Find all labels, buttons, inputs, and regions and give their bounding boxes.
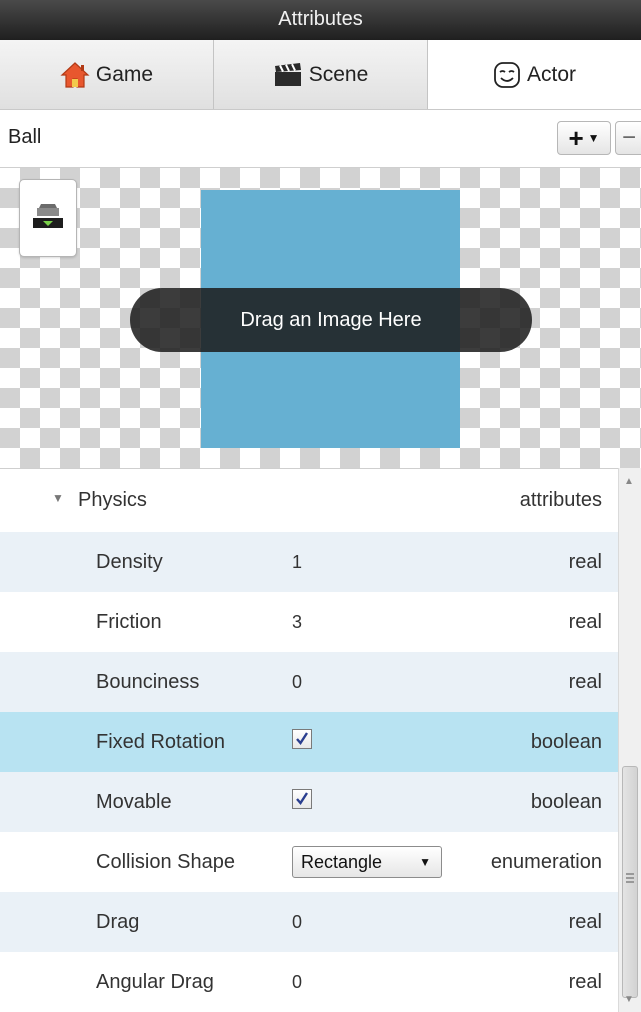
attribute-row-friction[interactable]: Friction 3 real bbox=[0, 592, 618, 652]
checkmark-icon bbox=[296, 792, 309, 805]
vertical-scrollbar[interactable]: ▲ ▼ bbox=[618, 468, 641, 1012]
tab-actor-label: Actor bbox=[526, 62, 576, 86]
attribute-name: Friction bbox=[96, 611, 162, 633]
collision-shape-select[interactable]: Rectangle ▼ bbox=[292, 846, 442, 878]
tab-scene-label: Scene bbox=[308, 62, 369, 86]
window-title: Attributes bbox=[0, 0, 641, 40]
image-import-button[interactable] bbox=[19, 179, 77, 257]
attribute-type: real bbox=[568, 671, 602, 693]
expand-triangle-icon[interactable]: ▼ bbox=[52, 491, 64, 505]
tab-game[interactable]: Game bbox=[0, 40, 214, 109]
dropdown-arrow-icon: ▼ bbox=[419, 855, 431, 869]
caret-down-icon: ▼ bbox=[587, 131, 600, 145]
attribute-value[interactable]: 0 bbox=[292, 972, 302, 993]
attribute-name: Density bbox=[96, 551, 163, 573]
attribute-type: real bbox=[568, 971, 602, 993]
group-name: Physics bbox=[78, 489, 147, 511]
scroll-down-icon[interactable]: ▼ bbox=[624, 994, 634, 1005]
attribute-name: Movable bbox=[96, 791, 172, 813]
attribute-type: real bbox=[568, 911, 602, 933]
tab-scene[interactable]: Scene bbox=[214, 40, 428, 109]
movable-checkbox[interactable] bbox=[292, 789, 312, 809]
attribute-name: Fixed Rotation bbox=[96, 731, 225, 753]
attribute-type: real bbox=[568, 611, 602, 633]
attribute-type: real bbox=[568, 551, 602, 573]
import-tray-icon bbox=[33, 203, 63, 233]
actor-name-bar: Ball bbox=[0, 110, 641, 168]
attribute-row-angular-drag[interactable]: Angular Drag 0 real bbox=[0, 952, 618, 1012]
attribute-row-fixed-rotation[interactable]: Fixed Rotation boolean bbox=[0, 712, 618, 772]
attribute-value[interactable]: 3 bbox=[292, 612, 302, 633]
attribute-value[interactable]: 0 bbox=[292, 672, 302, 693]
attribute-name: Drag bbox=[96, 911, 140, 933]
image-drop-area[interactable]: Drag an Image Here bbox=[0, 168, 641, 468]
actor-name: Ball bbox=[8, 126, 42, 148]
attribute-value[interactable]: 0 bbox=[292, 912, 302, 933]
tab-bar: Game Scene Actor bbox=[0, 40, 641, 110]
attribute-name: Angular Drag bbox=[96, 971, 214, 993]
attribute-row-drag[interactable]: Drag 0 real bbox=[0, 892, 618, 952]
clapperboard-icon bbox=[273, 62, 303, 88]
attribute-value[interactable]: 1 bbox=[292, 552, 302, 573]
plus-icon: + bbox=[568, 122, 584, 153]
attribute-row-collision-shape[interactable]: Collision Shape Rectangle ▼ enumeration bbox=[0, 832, 618, 892]
minus-icon: − bbox=[622, 124, 637, 151]
drag-image-hint: Drag an Image Here bbox=[130, 288, 532, 352]
attribute-row-bounciness[interactable]: Bounciness 0 real bbox=[0, 652, 618, 712]
group-type: attributes bbox=[519, 489, 602, 511]
attribute-type: boolean bbox=[530, 731, 602, 753]
tab-actor[interactable]: Actor bbox=[428, 40, 641, 109]
scrollbar-thumb[interactable] bbox=[622, 766, 638, 998]
fixed-rotation-checkbox[interactable] bbox=[292, 729, 312, 749]
home-icon bbox=[60, 61, 90, 89]
select-value: Rectangle bbox=[301, 852, 383, 872]
attributes-table: ▼ Physics attributes Density 1 real Fric… bbox=[0, 468, 618, 1012]
attribute-name: Collision Shape bbox=[96, 851, 235, 873]
attribute-name: Bounciness bbox=[96, 671, 200, 693]
add-attribute-button[interactable]: + ▼ bbox=[557, 121, 611, 155]
scroll-up-icon[interactable]: ▲ bbox=[624, 476, 634, 487]
physics-group-header[interactable]: ▼ Physics attributes bbox=[0, 469, 618, 532]
attribute-row-movable[interactable]: Movable boolean bbox=[0, 772, 618, 832]
grip-icon bbox=[626, 873, 634, 883]
attribute-type: boolean bbox=[530, 791, 602, 813]
tab-game-label: Game bbox=[95, 62, 154, 86]
remove-attribute-button[interactable]: − bbox=[615, 121, 641, 155]
attribute-row-density[interactable]: Density 1 real bbox=[0, 532, 618, 592]
checkmark-icon bbox=[296, 732, 309, 745]
mask-icon bbox=[493, 61, 521, 89]
attribute-type: enumeration bbox=[490, 851, 602, 873]
